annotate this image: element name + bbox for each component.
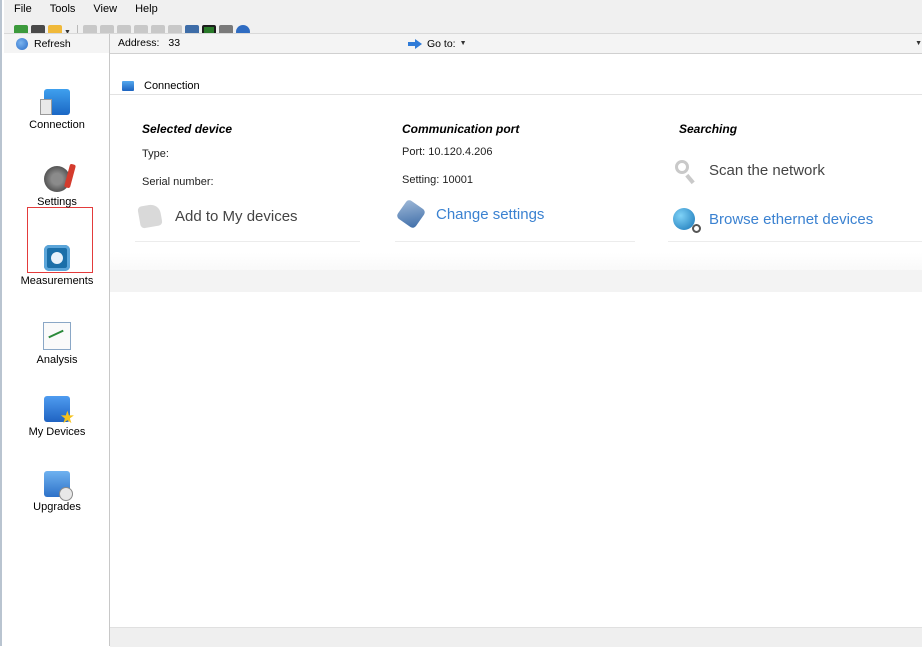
address-field[interactable]: Address: 33 [118, 34, 180, 53]
magnifier-icon [673, 159, 695, 181]
port-value: Port: 10.120.4.206 [402, 146, 493, 158]
upgrades-icon [44, 471, 73, 501]
panel-footer [110, 270, 922, 292]
sidebar-item-settings[interactable]: Settings [4, 166, 110, 208]
refresh-button[interactable]: Refresh [4, 34, 110, 53]
communication-port-title: Communication port [402, 122, 520, 136]
refresh-icon [16, 37, 28, 50]
page-title: Connection [144, 80, 200, 92]
setting-value: Setting: 10001 [402, 174, 473, 186]
refresh-label: Refresh [34, 37, 71, 50]
sidebar-item-label: Upgrades [33, 501, 81, 513]
goto-button[interactable]: Go to: ▼ [408, 34, 467, 53]
type-label: Type: [142, 148, 169, 160]
sidebar-item-upgrades[interactable]: Upgrades [4, 471, 110, 513]
connection-icon [122, 81, 134, 91]
add-to-my-devices-label: Add to My devices [175, 207, 298, 225]
menu-help[interactable]: Help [126, 0, 167, 19]
address-label: Address: [118, 37, 160, 49]
sidebar: Connection Settings Measurements Analysi… [4, 53, 110, 646]
sidebar-item-label: Measurements [20, 275, 94, 287]
change-settings-button[interactable]: Change settings [395, 198, 545, 230]
menu-tools[interactable]: Tools [41, 0, 85, 19]
settings-icon [44, 166, 70, 192]
sidebar-item-label: Settings [37, 196, 77, 208]
selected-device-title: Selected device [142, 122, 233, 136]
content-header: Connection [110, 78, 922, 95]
goto-label: Go to: [427, 37, 456, 50]
sidebar-item-label: Connection [29, 119, 85, 131]
change-settings-label: Change settings [436, 205, 545, 223]
chevron-down-icon[interactable]: ▼ [915, 34, 922, 53]
sidebar-item-analysis[interactable]: Analysis [4, 322, 110, 366]
scan-network-button[interactable]: Scan the network [673, 159, 825, 181]
menu-bar: File Tools View Help [4, 0, 922, 19]
connection-icon [40, 89, 70, 115]
divider [135, 241, 360, 242]
add-device-icon [137, 203, 163, 229]
serial-number-label: Serial number: [142, 176, 214, 188]
cable-icon [395, 198, 427, 230]
divider [395, 241, 635, 242]
menu-file[interactable]: File [4, 0, 41, 19]
app-window: File Tools View Help ▼ Refresh Address: … [0, 0, 922, 647]
sidebar-item-connection[interactable]: Connection [4, 89, 110, 131]
divider [668, 241, 922, 242]
browse-ethernet-devices-button[interactable]: Browse ethernet devices [673, 208, 874, 233]
my-devices-icon [44, 396, 75, 428]
status-bar [110, 627, 922, 647]
sidebar-item-my-devices[interactable]: My Devices [4, 396, 110, 438]
browse-ethernet-devices-label: Browse ethernet devices [709, 210, 874, 228]
menu-view[interactable]: View [84, 0, 126, 19]
sidebar-item-label: Analysis [36, 354, 78, 366]
globe-search-icon [673, 208, 701, 233]
scan-network-label: Scan the network [709, 161, 825, 179]
connection-panel: Selected device Type: Serial number: Add… [110, 95, 922, 292]
address-value: 33 [168, 37, 181, 49]
measurements-icon [44, 245, 70, 271]
searching-title: Searching [679, 122, 738, 136]
analysis-icon [43, 322, 71, 350]
arrow-right-icon [408, 38, 422, 49]
sidebar-item-measurements[interactable]: Measurements [4, 245, 110, 287]
add-to-my-devices-button[interactable]: Add to My devices [137, 203, 298, 229]
chevron-down-icon: ▼ [459, 40, 467, 47]
address-bar: Refresh Address: 33 Go to: ▼ ▼ [4, 33, 922, 54]
sidebar-item-label: My Devices [28, 426, 86, 438]
